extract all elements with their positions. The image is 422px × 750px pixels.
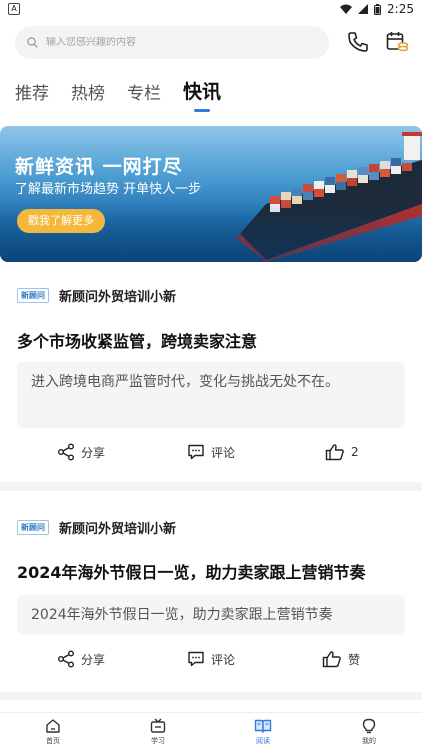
source-logo: 新顾问 (17, 288, 49, 303)
spacer (0, 262, 422, 272)
banner-subtitle: 了解最新市场趋势 开单快人一步 (15, 182, 202, 197)
app-notification-icon: A (8, 3, 20, 15)
share-icon (58, 443, 74, 461)
like-label: 赞 (348, 652, 361, 667)
tab-hot-list[interactable]: 热榜 (71, 79, 105, 112)
book-icon (254, 719, 272, 733)
nav-mine-label: 我的 (362, 737, 376, 745)
search-input[interactable] (46, 37, 286, 48)
nav-read[interactable]: 阅读 (233, 718, 293, 746)
source-name: 新顾问外贸培训小新 (59, 290, 177, 305)
article-actions: 分享 评论 2 (0, 443, 422, 467)
tab-column[interactable]: 专栏 (127, 79, 161, 112)
source-logo: 新顾问 (17, 520, 49, 535)
section-divider (0, 482, 422, 491)
nav-mine[interactable]: 我的 (339, 718, 399, 746)
article-summary: 2024年海外节假日一览，助力卖家跟上营销节奏 (17, 595, 405, 635)
home-icon (46, 719, 60, 733)
tab-recommend[interactable]: 推荐 (15, 79, 49, 112)
bulb-icon (362, 718, 376, 734)
article-title[interactable]: 2024年海外节假日一览，助力卖家跟上营销节奏 (17, 559, 366, 583)
article-source[interactable]: 新顾问 新顾问外贸培训小新 (17, 518, 176, 537)
battery-icon (374, 3, 382, 15)
share-button[interactable]: 分享 (57, 443, 105, 461)
nav-read-label: 阅读 (256, 737, 270, 745)
comment-button[interactable]: 评论 (187, 443, 235, 461)
article-actions: 分享 评论 赞 (0, 650, 422, 674)
signal-icon (358, 4, 369, 14)
article-title[interactable]: 多个市场收紧监管，跨境卖家注意 (17, 328, 257, 352)
nav-study-label: 学习 (151, 737, 165, 745)
clock: 2:25 (387, 2, 414, 16)
article-summary: 进入跨境电商严监管时代，变化与挑战无处不在。 (17, 362, 405, 428)
section-divider (0, 692, 422, 700)
share-icon (58, 650, 74, 668)
share-label: 分享 (81, 652, 106, 667)
article-card[interactable]: 新顾问 新顾问外贸培训小新 2024年海外节假日一览，助力卖家跟上营销节奏 20… (0, 491, 422, 701)
phone-icon (348, 32, 368, 52)
thumbs-up-icon (325, 444, 344, 461)
comment-label: 评论 (211, 445, 236, 460)
tab-news-flash[interactable]: 快讯 (183, 77, 221, 112)
article-source[interactable]: 新顾问 新顾问外贸培训小新 (17, 286, 176, 305)
comment-icon (188, 651, 204, 667)
search-bar[interactable] (15, 26, 329, 59)
comment-icon (188, 444, 204, 460)
phone-button[interactable] (344, 28, 372, 56)
promo-banner[interactable]: 新鲜资讯 一网打尽 了解最新市场趋势 开单快人一步 戳我了解更多 (0, 126, 422, 262)
source-name: 新顾问外贸培训小新 (59, 522, 177, 537)
calendar-button[interactable] (383, 28, 411, 56)
nav-study[interactable]: 学习 (128, 718, 188, 746)
share-button[interactable]: 分享 (57, 650, 105, 668)
banner-cta-button[interactable]: 戳我了解更多 (17, 209, 105, 233)
category-tabs: 推荐 热榜 专栏 快讯 (15, 78, 221, 112)
bottom-navigation: 首页 学习 阅读 我的 (0, 712, 422, 750)
status-bar: A 2:25 (0, 0, 422, 20)
comment-button[interactable]: 评论 (187, 650, 235, 668)
article-card[interactable]: 新顾问 新顾问外贸培训小新 多个市场收紧监管，跨境卖家注意 进入跨境电商严监管时… (0, 272, 422, 482)
wifi-icon (340, 4, 353, 14)
tv-icon (150, 718, 166, 733)
banner-title: 新鲜资讯 一网打尽 (15, 156, 183, 178)
share-label: 分享 (81, 445, 106, 460)
nav-home[interactable]: 首页 (23, 718, 83, 746)
calendar-coins-icon (386, 32, 409, 52)
like-button[interactable]: 赞 (322, 650, 360, 668)
comment-label: 评论 (211, 652, 236, 667)
thumbs-up-icon (322, 651, 341, 668)
search-icon (27, 37, 38, 48)
nav-home-label: 首页 (46, 737, 60, 745)
like-button[interactable]: 2 (325, 443, 359, 461)
like-count: 2 (351, 445, 359, 459)
